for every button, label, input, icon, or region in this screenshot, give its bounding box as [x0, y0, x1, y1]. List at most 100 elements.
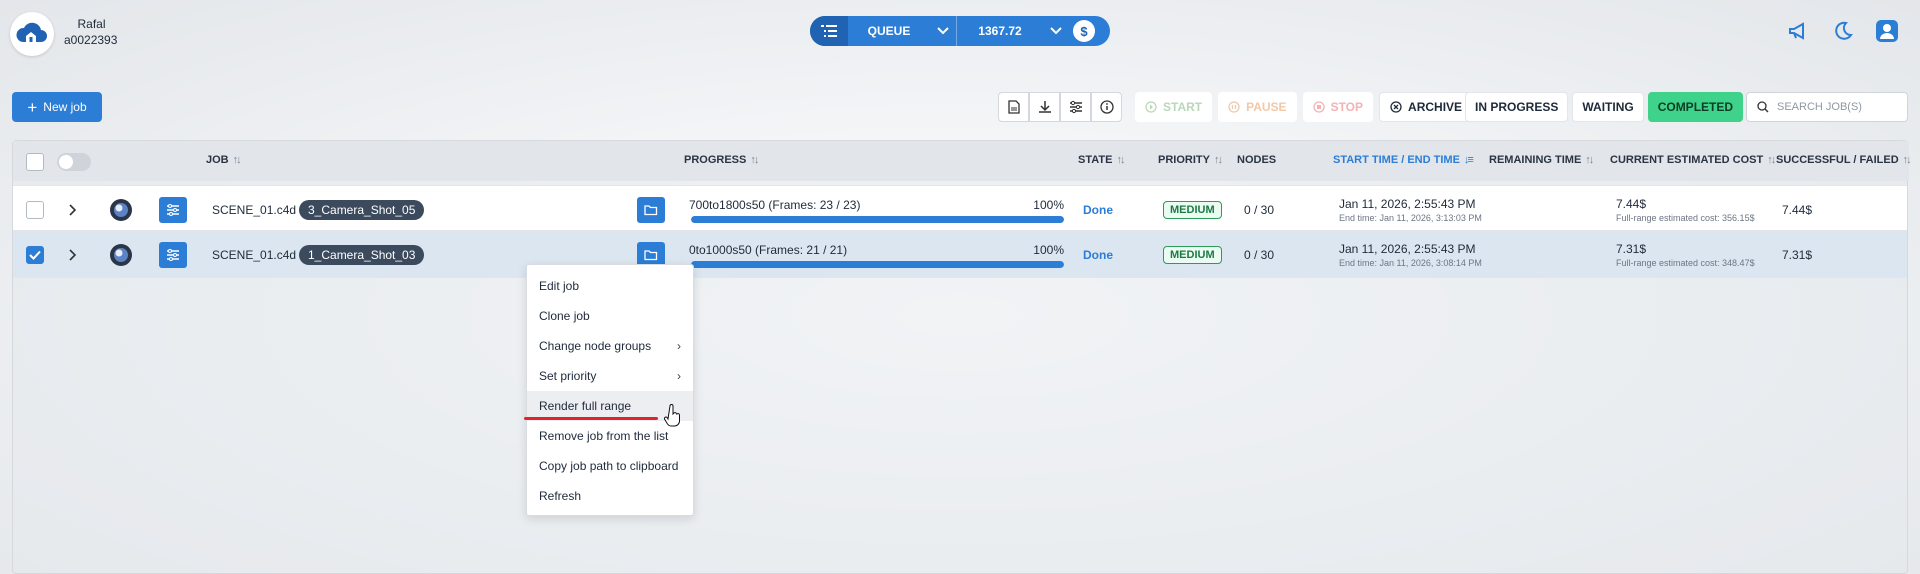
start-button[interactable]: START: [1135, 92, 1213, 122]
cinema4d-icon: [109, 231, 133, 279]
sort-icon: ↑↓: [750, 154, 759, 166]
balance-value: 1367.72: [978, 24, 1022, 38]
progress-cell: 0to1000s50 (Frames: 21 / 21) 100%: [689, 231, 1064, 279]
archive-button[interactable]: ARCHIVE: [1379, 92, 1474, 122]
col-nodes: NODES: [1237, 154, 1277, 166]
megaphone-icon[interactable]: [1786, 18, 1812, 44]
search-icon: [1757, 101, 1769, 113]
queue-label[interactable]: QUEUE: [848, 24, 930, 38]
menu-clone-job[interactable]: Clone job: [527, 301, 693, 331]
sort-icon: ↑↓: [1213, 154, 1223, 166]
filter-in-progress[interactable]: IN PROGRESS: [1465, 92, 1569, 122]
progress-percent: 100%: [1033, 198, 1064, 212]
camera-tag: 3_Camera_Shot_05: [299, 186, 425, 234]
sort-icon: ↑↓: [1767, 154, 1776, 166]
account-icon[interactable]: [1874, 18, 1900, 44]
queue-chevron-down-icon[interactable]: [930, 27, 956, 35]
end-time: End time: Jan 11, 2026, 3:08:14 PM: [1339, 258, 1482, 268]
col-cost[interactable]: CURRENT ESTIMATED COST ↑↓: [1610, 154, 1776, 166]
job-file-name: SCENE_01.c4d: [212, 248, 297, 262]
col-progress[interactable]: PROGRESS ↑↓: [684, 154, 759, 166]
info-icon[interactable]: [1091, 92, 1122, 122]
sort-icon: ↑↓: [1902, 154, 1912, 166]
checkmark-icon: [29, 250, 41, 260]
successful-failed-value: 7.31$: [1782, 248, 1813, 262]
expand-chevron-icon[interactable]: [69, 231, 77, 279]
download-icon[interactable]: [1029, 92, 1060, 122]
job-settings-button[interactable]: [159, 231, 187, 279]
job-context-menu: Edit job Clone job Change node groups › S…: [526, 264, 694, 516]
search-box[interactable]: SEARCH JOB(S): [1746, 92, 1908, 122]
full-range-cost: Full-range estimated cost: 348.47$: [1616, 258, 1755, 268]
plus-icon: +: [27, 97, 38, 117]
expand-chevron-icon[interactable]: [69, 186, 77, 234]
full-range-cost: Full-range estimated cost: 356.15$: [1616, 213, 1755, 223]
top-right-actions: [1786, 18, 1900, 44]
stop-button[interactable]: STOP: [1302, 92, 1374, 122]
start-time: Jan 11, 2026, 2:55:43 PM: [1339, 197, 1476, 211]
sort-desc-icon: ↓≡: [1463, 154, 1474, 166]
progress-bar: [691, 261, 1064, 268]
col-priority[interactable]: PRIORITY ↑↓: [1158, 154, 1223, 166]
select-all-checkbox[interactable]: [26, 153, 44, 171]
row-checkbox[interactable]: [26, 231, 44, 279]
user-name: Rafal: [77, 17, 106, 31]
cost-value: 7.44$: [1616, 197, 1647, 211]
submenu-arrow-icon: ›: [677, 369, 681, 383]
priority-badge: MEDIUM: [1163, 186, 1222, 234]
dollar-icon[interactable]: $: [1073, 20, 1095, 42]
document-icon[interactable]: [998, 92, 1029, 122]
table-header: JOB ↑↓ PROGRESS ↑↓ STATE ↑↓ PRIORITY ↑↓ NODE…: [13, 141, 1912, 181]
search-input[interactable]: SEARCH JOB(S): [1777, 101, 1862, 113]
status-filters: IN PROGRESS WAITING COMPLETED: [1465, 92, 1744, 122]
moon-icon[interactable]: [1830, 18, 1856, 44]
jobs-table: JOB ↑↓ PROGRESS ↑↓ STATE ↑↓ PRIORITY ↑↓ NODE…: [12, 140, 1912, 574]
open-folder-button[interactable]: [637, 186, 665, 234]
start-label: START: [1163, 100, 1203, 114]
stop-icon: [1312, 101, 1325, 113]
view-toggle[interactable]: [57, 153, 91, 171]
filter-waiting[interactable]: WAITING: [1572, 92, 1644, 122]
col-successful-failed[interactable]: SUCCESSFUL / FAILED ↑↓: [1776, 154, 1912, 166]
job-settings-button[interactable]: [159, 186, 187, 234]
end-time: End time: Jan 11, 2026, 3:13:03 PM: [1339, 213, 1482, 223]
submenu-arrow-icon: ›: [677, 339, 681, 353]
pause-button[interactable]: PAUSE: [1218, 92, 1297, 122]
progress-percent: 100%: [1033, 243, 1064, 257]
play-icon: [1145, 101, 1157, 113]
col-remaining-time[interactable]: REMAINING TIME ↑↓: [1489, 154, 1594, 166]
cloud-house-icon: [16, 22, 47, 42]
queue-list-icon[interactable]: [810, 16, 848, 46]
app-logo[interactable]: [10, 12, 54, 56]
menu-set-priority[interactable]: Set priority ›: [527, 361, 693, 391]
sort-icon: ↑↓: [1116, 154, 1125, 166]
menu-change-node-groups[interactable]: Change node groups ›: [527, 331, 693, 361]
menu-edit-job[interactable]: Edit job: [527, 271, 693, 301]
col-start-end-time[interactable]: START TIME / END TIME ↓≡: [1333, 154, 1474, 166]
new-job-button[interactable]: + New job: [12, 92, 102, 122]
col-job[interactable]: JOB ↑↓: [206, 154, 242, 166]
stop-label: STOP: [1330, 100, 1364, 114]
pause-label: PAUSE: [1246, 100, 1287, 114]
menu-copy-job-path[interactable]: Copy job path to clipboard: [527, 451, 693, 481]
col-state[interactable]: STATE ↑↓: [1078, 154, 1125, 166]
start-end-time: Jan 11, 2026, 2:55:43 PM End time: Jan 1…: [1339, 231, 1482, 279]
close-circle-icon: [1390, 101, 1402, 113]
progress-label: 700to1800s50 (Frames: 23 / 23): [689, 198, 861, 212]
menu-refresh[interactable]: Refresh: [527, 481, 693, 511]
priority-badge: MEDIUM: [1163, 231, 1222, 279]
nodes-value: 0 / 30: [1244, 248, 1275, 262]
row-checkbox[interactable]: [26, 186, 44, 234]
job-action-buttons: START PAUSE STOP ARCHIVE: [1135, 92, 1474, 122]
camera-tag: 1_Camera_Shot_03: [299, 231, 425, 279]
hand-cursor-icon: [664, 404, 680, 427]
balance-chevron-down-icon[interactable]: [1043, 27, 1069, 35]
progress-label: 0to1000s50 (Frames: 21 / 21): [689, 243, 848, 257]
sliders-icon[interactable]: [1060, 92, 1091, 122]
sort-icon: ↑↓: [1585, 154, 1594, 166]
table-row[interactable]: SCENE_01.c4d 3_Camera_Shot_05 700to1800s…: [13, 185, 1907, 233]
toolbar-icon-group: [998, 92, 1122, 122]
job-file-name: SCENE_01.c4d: [212, 203, 297, 217]
filter-completed[interactable]: COMPLETED: [1647, 92, 1744, 122]
table-row[interactable]: SCENE_01.c4d 1_Camera_Shot_03 0to1000s50…: [13, 230, 1907, 278]
